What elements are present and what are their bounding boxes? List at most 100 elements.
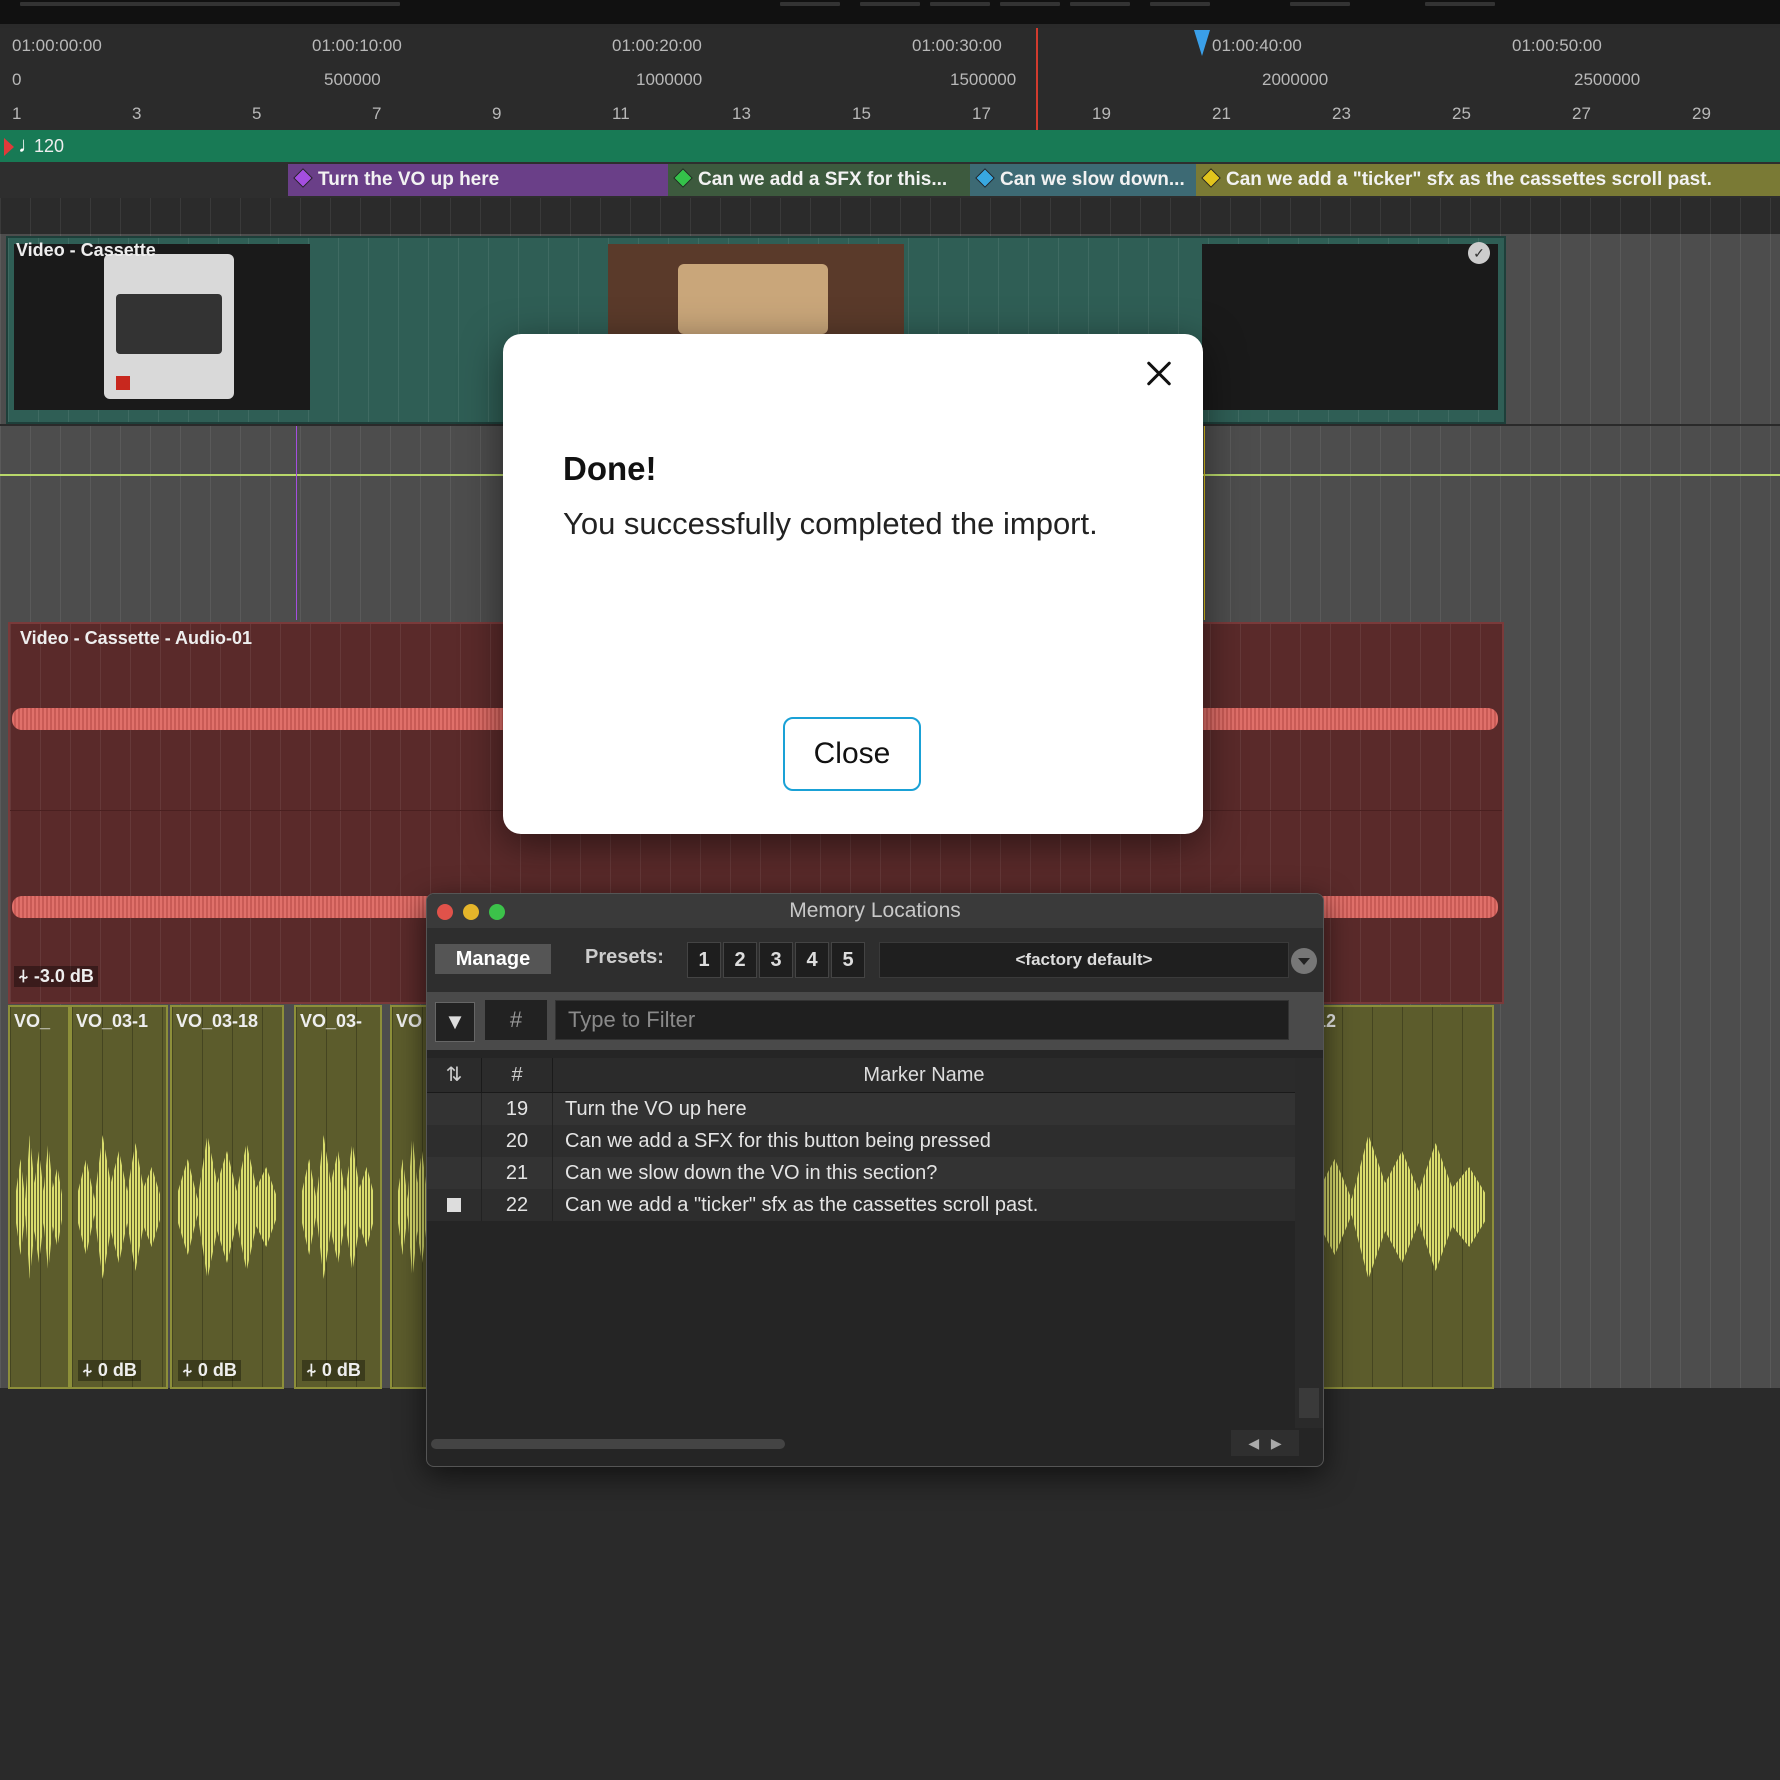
scroll-thumb[interactable] [1299,1388,1319,1418]
row-flag[interactable] [427,1125,482,1157]
vo-clip[interactable]: 12 [1310,1005,1494,1389]
preset-button-5[interactable]: 5 [831,942,865,978]
toolbar-control[interactable] [930,2,990,6]
toolbar-control[interactable] [1070,2,1130,6]
vo-clip[interactable]: VO_03- ⍭ 0 dB [294,1005,382,1389]
video-thumbnail [1202,244,1498,410]
column-header-marker-name[interactable]: Marker Name [553,1058,1295,1092]
vo-waveform [178,1135,276,1279]
manage-button[interactable]: Manage [435,944,551,974]
video-thumbnail [608,244,904,334]
factory-default-selector[interactable]: <factory default> [879,942,1289,978]
chevron-down-icon[interactable] [1291,948,1317,974]
table-row[interactable]: 22 Can we add a "ticker" sfx as the cass… [427,1189,1295,1221]
scroll-left-icon[interactable]: ◀ [1248,1435,1259,1451]
row-number: 20 [482,1125,553,1157]
timecode-ruler[interactable]: 01:00:00:00 01:00:10:00 01:00:20:00 01:0… [0,28,1780,63]
bar-label: 15 [852,104,871,123]
preset-button-3[interactable]: 3 [759,942,793,978]
bar-label: 21 [1212,104,1231,123]
close-button[interactable]: Close [783,717,921,791]
presets-label: Presets: [585,946,664,968]
table-row[interactable]: 19 Turn the VO up here [427,1093,1295,1125]
vo-clip[interactable]: VO_03-1 ⍭ 0 dB [70,1005,168,1389]
tempo-event-icon[interactable] [4,138,14,156]
timecode-label: 01:00:00:00 [12,36,102,55]
vo-clip-gain[interactable]: ⍭ 0 dB [78,1360,141,1381]
close-window-icon[interactable] [437,904,453,920]
bar-label: 3 [132,104,142,123]
marker[interactable]: Turn the VO up here [288,164,668,196]
filter-icon[interactable]: ▼ [435,1002,475,1042]
window-titlebar[interactable]: Memory Locations [427,894,1323,928]
video-thumbnail [14,244,310,410]
row-flag[interactable] [427,1093,482,1125]
row-flag[interactable] [427,1189,482,1221]
toolbar-control[interactable] [1000,2,1060,6]
video-clip-name: Video - Cassette [16,240,156,260]
clip-gain[interactable]: ⍭ -3.0 dB [14,966,98,987]
table-row[interactable]: 20 Can we add a SFX for this button bein… [427,1125,1295,1157]
close-icon[interactable] [1137,352,1181,396]
gain-fader-icon: ⍭ [306,1360,322,1380]
samples-label: 2500000 [1574,70,1641,89]
marker[interactable]: Can we add a SFX for this... [668,164,970,196]
marker[interactable]: Can we slow down... [970,164,1202,196]
toolbar-control[interactable] [860,2,920,6]
table-row[interactable]: 21 Can we slow down the VO in this secti… [427,1157,1295,1189]
vo-waveform [1318,1135,1486,1279]
vo-clip[interactable]: VO_ [8,1005,70,1389]
gain-fader-icon: ⍭ [82,1360,98,1380]
toolbar-control[interactable] [1290,2,1350,6]
marker-diamond-icon [673,168,693,188]
toolbar-control[interactable] [1425,2,1495,6]
vo-clip-gain[interactable]: ⍭ 0 dB [178,1360,241,1381]
row-marker-name: Can we add a "ticker" sfx as the cassett… [565,1194,1039,1216]
row-flag[interactable] [427,1157,482,1189]
scroll-right-icon[interactable]: ▶ [1271,1435,1282,1451]
bar-label: 17 [972,104,991,123]
vo-clip-name: VO_03-1 [76,1011,149,1031]
marker[interactable]: Can we add a "ticker" sfx as the cassett… [1196,164,1780,196]
vo-clip-gain-value: 0 dB [97,1360,137,1380]
bar-label: 7 [372,104,382,123]
toolbar-control[interactable] [1150,2,1210,6]
marker-label: Turn the VO up here [318,169,500,190]
timecode-label: 01:00:50:00 [1512,36,1602,55]
marker-label: Can we add a SFX for this... [698,169,948,190]
samples-label: 0 [12,70,22,89]
vo-clip-name: VO_03- [300,1011,363,1031]
bar-label: 23 [1332,104,1351,123]
memory-locations-window[interactable]: Memory Locations Manage Presets: 1 2 3 4… [426,893,1324,1467]
timecode-label: 01:00:40:00 [1212,36,1302,55]
preset-button-4[interactable]: 4 [795,942,829,978]
vo-clip[interactable]: VO_03-18 ⍭ 0 dB [170,1005,284,1389]
toolbar-control[interactable] [780,2,840,6]
row-marker-name: Turn the VO up here [565,1098,747,1120]
markers-ruler[interactable]: Turn the VO up here Can we add a SFX for… [0,162,1780,198]
filter-input[interactable] [555,1000,1289,1040]
row-number: 21 [482,1157,553,1189]
preset-button-2[interactable]: 2 [723,942,757,978]
samples-label: 1500000 [950,70,1017,89]
table-header: ⇅ # Marker Name [427,1058,1295,1093]
scroll-arrows[interactable]: ◀ ▶ [1231,1430,1299,1456]
gain-fader-icon: ⍭ [182,1360,198,1380]
filter-number-toggle[interactable]: # [485,1000,547,1040]
minimize-window-icon[interactable] [463,904,479,920]
vo-clip-name: VO_ [14,1011,51,1031]
vo-clip-gain[interactable]: ⍭ 0 dB [302,1360,365,1381]
memory-toolbar: Manage Presets: 1 2 3 4 5 <factory defau… [427,928,1323,992]
horizontal-scrollbar[interactable] [431,1439,785,1449]
tempo-ruler[interactable]: ♩ 120 [0,130,1780,162]
toolbar-control[interactable] [20,2,400,6]
column-header-number[interactable]: # [482,1058,553,1092]
bars-ruler[interactable]: 1 3 5 7 9 11 13 15 17 19 21 23 25 27 29 [0,96,1780,131]
zoom-window-icon[interactable] [489,904,505,920]
record-button-graphic [116,376,130,390]
vertical-scrollbar[interactable] [1295,1058,1323,1428]
samples-ruler[interactable]: 0 500000 1000000 1500000 2000000 2500000 [0,62,1780,97]
preset-button-1[interactable]: 1 [687,942,721,978]
dialog-title: Done! [563,450,657,487]
sort-icon[interactable]: ⇅ [427,1058,482,1092]
